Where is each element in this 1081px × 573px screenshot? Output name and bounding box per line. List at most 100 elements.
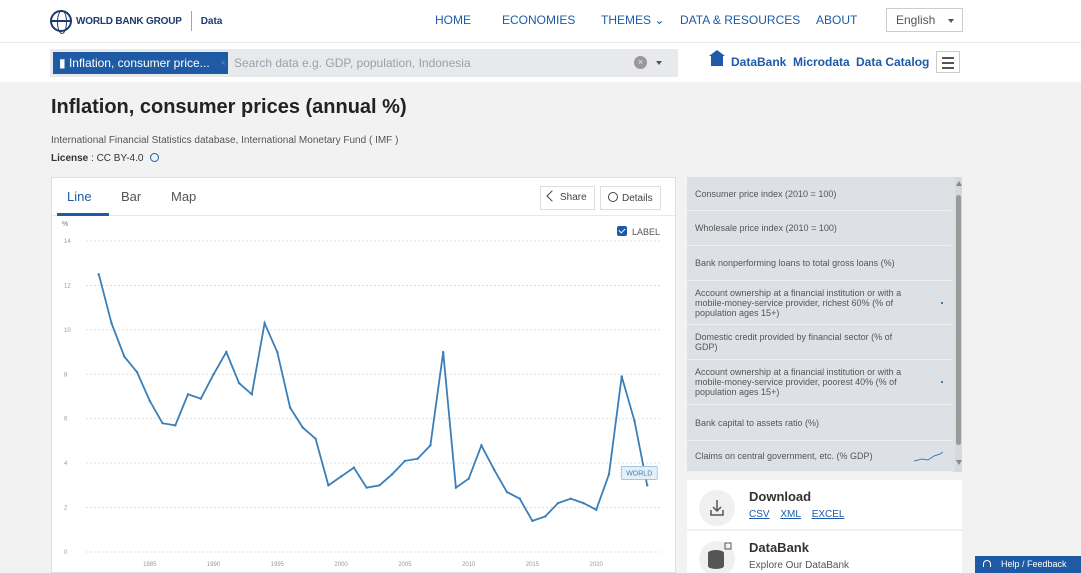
scroll-down-icon[interactable] [956, 460, 962, 465]
related-indicator-item[interactable]: Account ownership at a financial institu… [687, 281, 951, 325]
details-button[interactable]: Details [600, 186, 661, 210]
related-indicator-item[interactable]: Wholesale price index (2010 = 100) [687, 211, 951, 246]
data-point [148, 399, 151, 403]
chevron-down-icon: ⌄ [654, 13, 665, 27]
search-placeholder[interactable]: Search data e.g. GDP, population, Indone… [234, 56, 471, 70]
clear-search-icon[interactable]: × [634, 56, 647, 69]
data-point [301, 426, 305, 429]
data-point [378, 484, 381, 487]
world-bank-logo[interactable]: WORLD BANK GROUP Data [50, 10, 222, 34]
x-tick-label: 1990 [207, 562, 221, 568]
indicator-chip[interactable]: ▮ Inflation, consumer price... [53, 52, 228, 74]
globe-icon [50, 10, 72, 34]
data-point [135, 370, 139, 374]
databank-card[interactable]: DataBank Explore Our DataBank [687, 530, 962, 573]
data-point [352, 466, 356, 469]
nav-home[interactable]: HOME [435, 13, 471, 27]
y-tick-label: 6 [64, 417, 68, 423]
data-point [314, 437, 317, 440]
related-indicator-label: Bank capital to assets ratio (%) [695, 417, 820, 428]
info-icon[interactable] [150, 153, 160, 162]
data-point [480, 444, 483, 447]
line-chart: % 0 2 4 6 8 10 12 14 1985 1990 1995 2000 2005 2010 2015… [62, 221, 660, 568]
download-card: Download CSV XML EXCEL [687, 480, 962, 529]
tab-line[interactable]: Line [67, 189, 92, 204]
related-indicator-label: Claims on central government, etc. (% GD… [695, 451, 873, 461]
language-select[interactable]: English [886, 8, 963, 32]
search-box[interactable]: ▮ Inflation, consumer price... × Search … [50, 49, 678, 77]
data-point [390, 473, 394, 476]
related-indicator-label: Wholesale price index (2010 = 100) [695, 223, 837, 233]
data-point [123, 355, 126, 358]
related-indicator-item[interactable]: Bank capital to assets ratio (%) [687, 405, 951, 441]
share-icon [546, 190, 558, 202]
data-point [518, 497, 521, 500]
data-point [365, 486, 368, 489]
data-point [556, 501, 560, 505]
link-data-catalog[interactable]: Data Catalog [856, 55, 929, 69]
data-point [531, 519, 534, 523]
x-tick-label: 2010 [462, 562, 476, 568]
hamburger-menu-icon[interactable] [936, 51, 960, 73]
download-csv-link[interactable]: CSV [749, 509, 770, 520]
info-circle-icon [608, 192, 618, 202]
data-point [97, 273, 100, 276]
share-button[interactable]: Share [540, 186, 595, 210]
caret-down-icon [948, 19, 954, 23]
nav-themes[interactable]: THEMES ⌄ [601, 13, 664, 27]
data-point [212, 373, 215, 376]
related-indicator-item[interactable]: Account ownership at a financial institu… [687, 360, 951, 405]
related-indicator-item[interactable]: Domestic credit provided by financial se… [687, 325, 951, 360]
list-scrollbar[interactable] [955, 177, 962, 472]
data-point [544, 515, 547, 518]
data-point [467, 477, 470, 480]
data-point [633, 419, 636, 423]
nav-about[interactable]: ABOUT [816, 13, 857, 27]
data-point [403, 459, 407, 463]
nav-data-resources[interactable]: DATA & RESOURCES [680, 13, 800, 27]
download-xml-link[interactable]: XML [780, 509, 801, 520]
data-point [582, 501, 585, 505]
data-point [339, 475, 343, 478]
chip-remove-icon[interactable]: × [220, 58, 226, 69]
y-tick-label: 14 [64, 239, 71, 245]
data-point [492, 468, 496, 472]
y-tick-label: 2 [64, 506, 68, 512]
x-tick-label: 2015 [526, 562, 540, 568]
search-row: ▮ Inflation, consumer price... × Search … [0, 42, 1081, 82]
data-point [327, 484, 330, 487]
data-point [646, 484, 649, 487]
headset-icon [983, 560, 991, 567]
data-point [186, 393, 190, 396]
related-indicator-item[interactable]: Consumer price index (2010 = 100) [687, 177, 951, 211]
data-point [110, 321, 113, 325]
download-icon [699, 490, 735, 526]
details-label: Details [622, 193, 653, 204]
link-databank[interactable]: DataBank [731, 55, 786, 69]
related-indicator-item[interactable]: Bank nonperforming loans to total gross … [687, 246, 951, 281]
data-point [595, 508, 598, 511]
data-point [276, 350, 279, 354]
related-indicator-label: Account ownership at a financial institu… [695, 367, 902, 397]
database-icon [699, 541, 735, 573]
link-microdata[interactable]: Microdata [793, 55, 850, 69]
nav-economies[interactable]: ECONOMIES [502, 13, 575, 27]
x-tick-label: 1985 [143, 562, 157, 568]
home-icon[interactable] [709, 50, 725, 66]
series-line-world [97, 274, 649, 522]
scroll-up-icon[interactable] [956, 181, 962, 186]
help-feedback-button[interactable]: Help / Feedback [975, 556, 1081, 573]
related-indicator-item[interactable]: Claims on central government, etc. (% GD… [687, 441, 951, 472]
scroll-thumb[interactable] [956, 195, 961, 445]
tab-map[interactable]: Map [171, 189, 196, 204]
search-dropdown-icon[interactable] [656, 61, 662, 65]
x-tick-label: 2005 [398, 562, 412, 568]
download-excel-link[interactable]: EXCEL [812, 509, 845, 520]
data-source: International Financial Statistics datab… [51, 135, 399, 146]
data-point [225, 350, 228, 354]
data-point [288, 406, 292, 409]
help-label: Help / Feedback [1001, 559, 1067, 569]
license-label: License [51, 153, 89, 164]
sparkline [913, 451, 943, 462]
tab-bar[interactable]: Bar [121, 189, 141, 204]
